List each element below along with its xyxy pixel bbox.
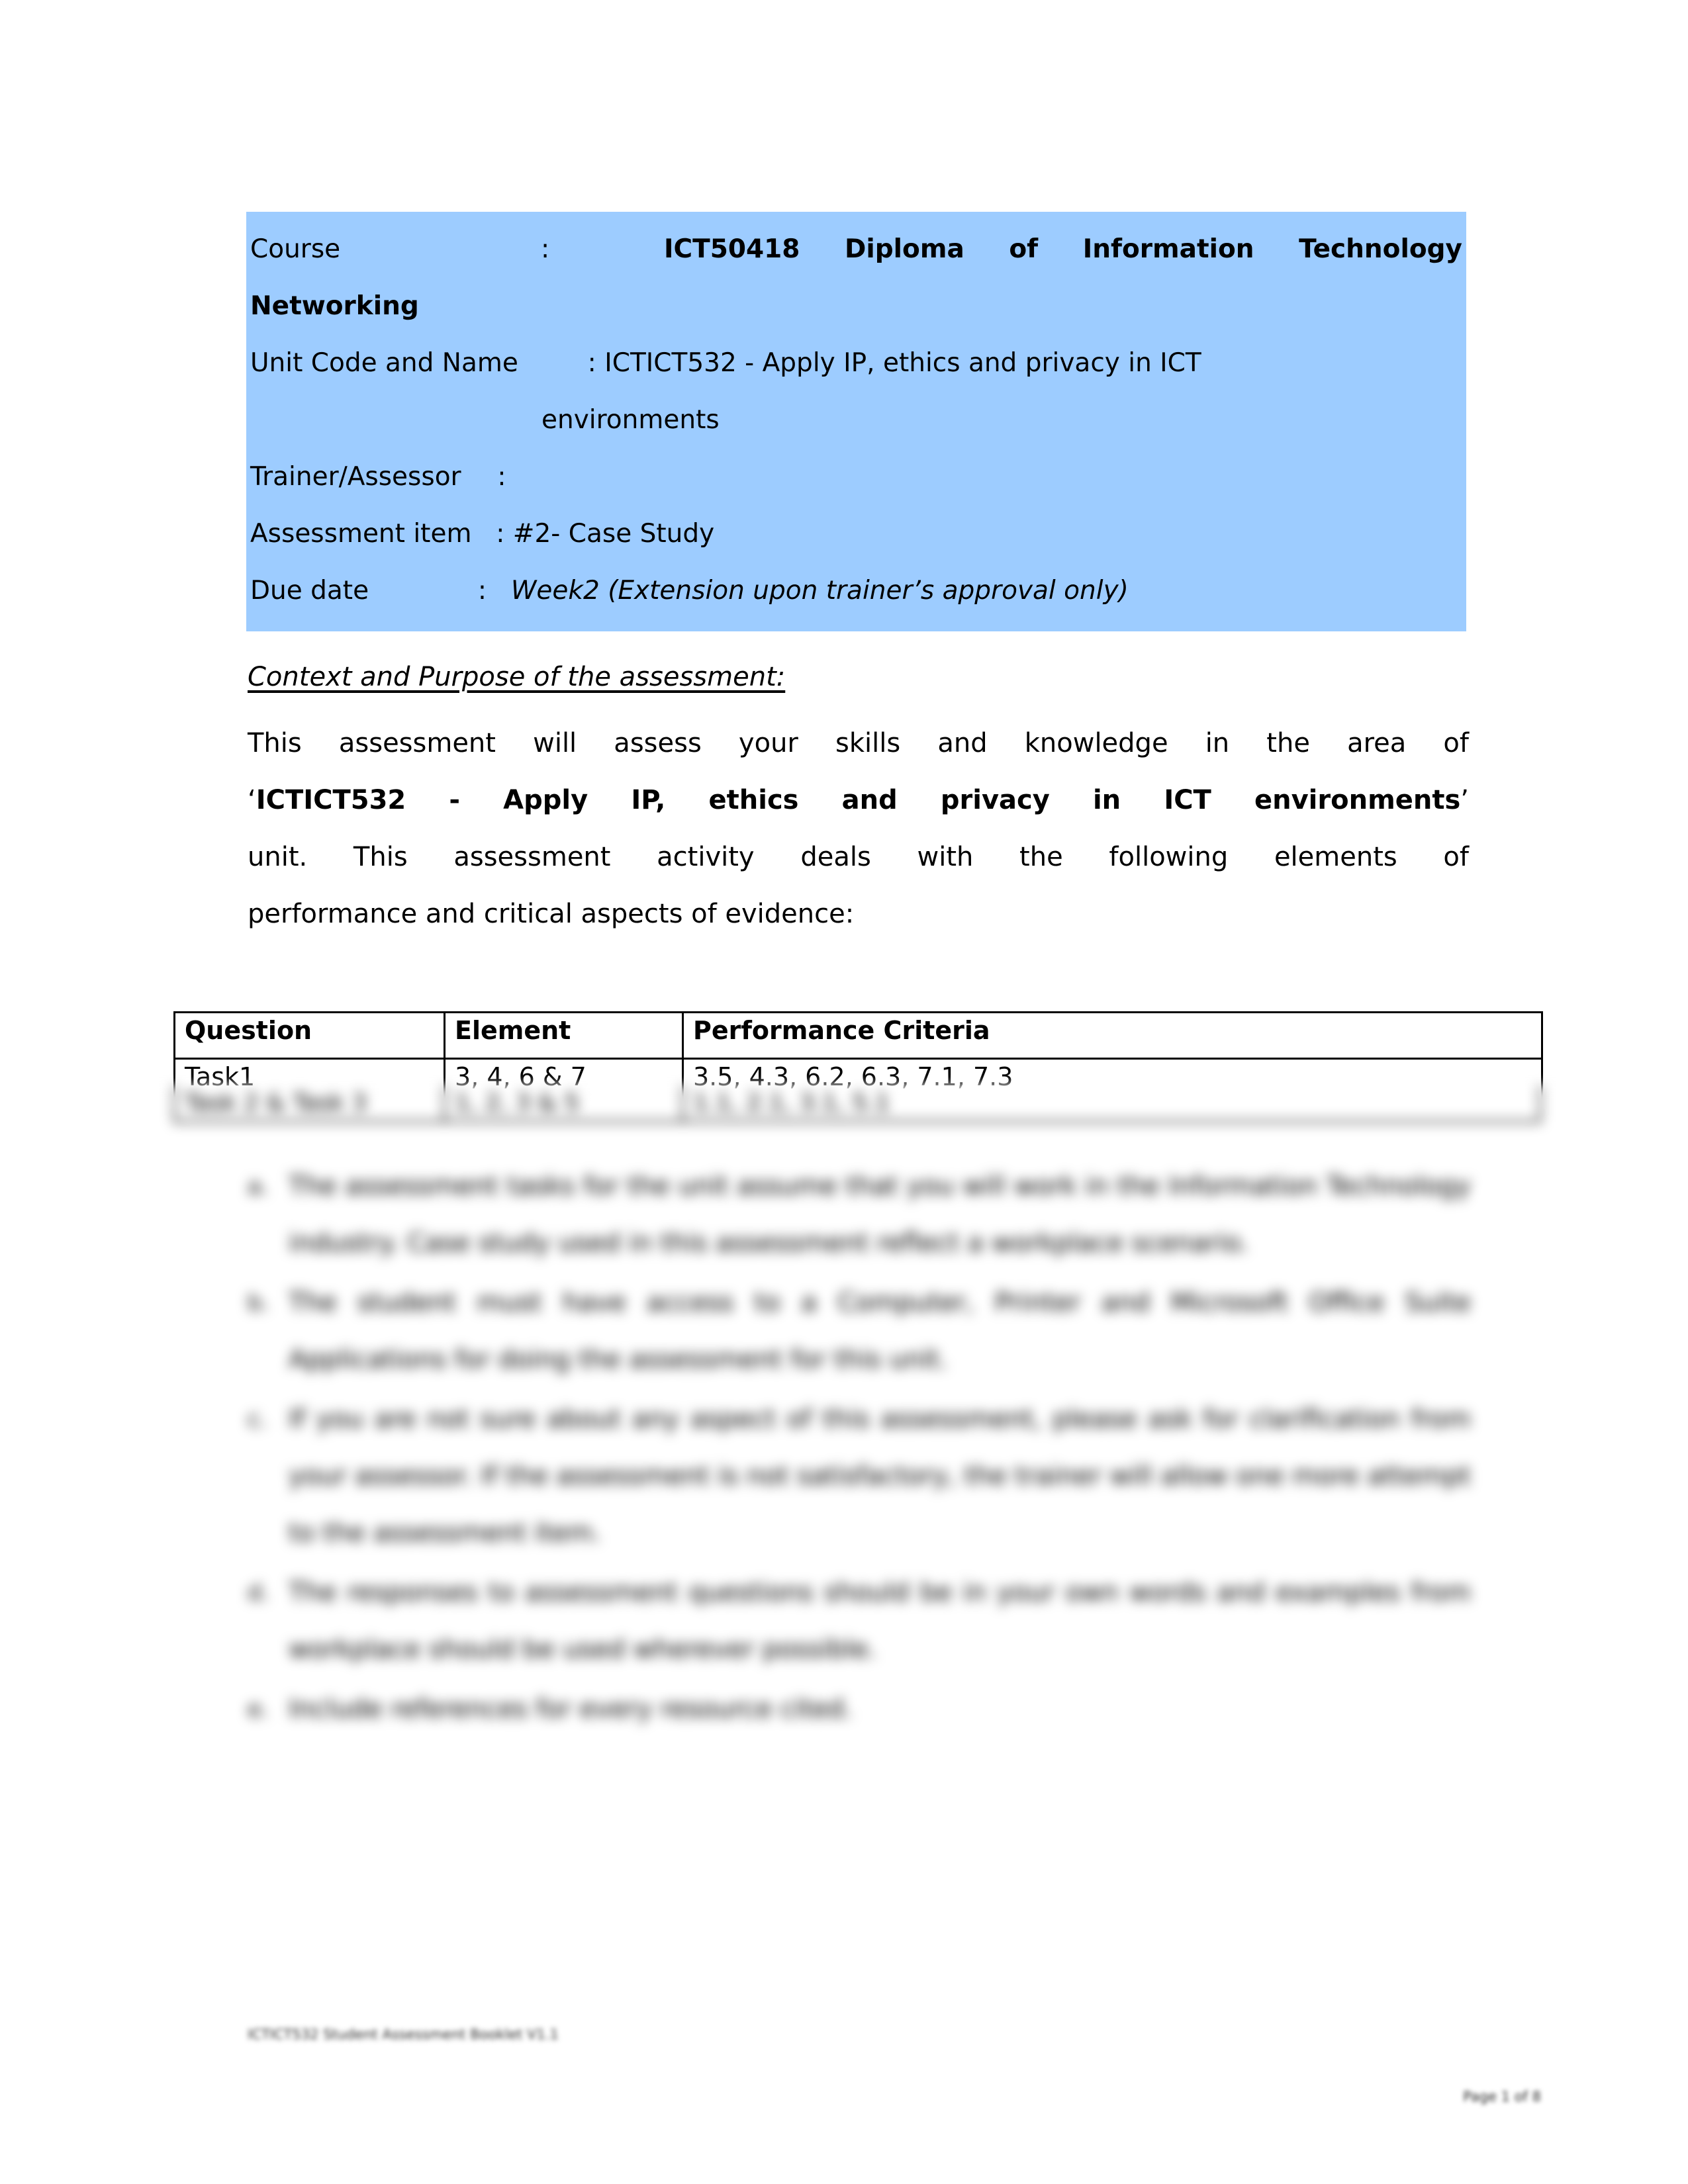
unit-value-continuation: environments bbox=[541, 405, 720, 435]
paragraph-line-1-text: This assessment will assess your skills … bbox=[248, 728, 1469, 758]
assessment-item-value: : #2- Case Study bbox=[496, 519, 715, 549]
course-value-line2: Networking bbox=[250, 291, 419, 321]
cell-criteria: 1.1, 2.1, 3.1, 5.1 bbox=[693, 1089, 890, 1116]
list-item: c. If you are not sure about any aspect … bbox=[248, 1391, 1471, 1562]
quote-close: ’ bbox=[1460, 785, 1469, 815]
course-label: Course bbox=[250, 234, 341, 264]
quote-open: ‘ bbox=[248, 785, 256, 815]
paragraph-line-3-text: unit. This assessment activity deals wit… bbox=[248, 842, 1469, 872]
paragraph-line-1: This assessment will assess your skills … bbox=[248, 715, 1469, 772]
trainer-value: : bbox=[497, 462, 506, 492]
document-page: Course : ICT50418 Diploma of Information… bbox=[0, 0, 1688, 2184]
paragraph-line-4: performance and critical aspects of evid… bbox=[248, 886, 1469, 942]
paragraph-line-2: ‘ICTICT532 - Apply IP, ethics and privac… bbox=[248, 772, 1469, 829]
list-item: e. Include references for every resource… bbox=[248, 1681, 1471, 1738]
course-colon: : bbox=[541, 234, 550, 264]
list-marker: a. bbox=[248, 1173, 269, 1200]
footer-document-reference: ICTICT532 Student Assessment Booklet V1.… bbox=[248, 2026, 559, 2042]
assessment-description-paragraph: This assessment will assess your skills … bbox=[248, 715, 1469, 942]
column-header-element: Element bbox=[444, 1011, 684, 1060]
footer-page-number: Page 1 of 8 bbox=[1463, 2089, 1541, 2105]
obscured-content-region: Task 2 & Task 3 1, 2, 3 & 5 1.1, 2.1, 3.… bbox=[0, 1085, 1688, 1774]
unit-row: Unit Code and Name : ICTICT532 - Apply I… bbox=[250, 335, 1462, 392]
paragraph-line-4-text: performance and critical aspects of evid… bbox=[248, 899, 855, 929]
table-header-row: Question Element Performance Criteria bbox=[173, 1011, 1543, 1060]
unit-label: Unit Code and Name bbox=[250, 348, 518, 378]
paragraph-line-3: unit. This assessment activity deals wit… bbox=[248, 829, 1469, 886]
unit-name-bold: ICTICT532 - Apply IP, ethics and privacy… bbox=[256, 785, 1461, 815]
cell-element: 1, 2, 3 & 5 bbox=[445, 1085, 684, 1120]
due-date-value: Week2 (Extension upon trainer’s approval… bbox=[510, 576, 1129, 606]
trainer-label: Trainer/Assessor bbox=[250, 462, 461, 492]
list-item-text: The responses to assessment questions sh… bbox=[289, 1578, 1471, 1664]
table-row: Task 2 & Task 3 1, 2, 3 & 5 1.1, 2.1, 3.… bbox=[173, 1085, 1541, 1122]
list-marker: b. bbox=[248, 1290, 269, 1316]
list-marker: c. bbox=[248, 1406, 267, 1433]
trainer-row: Trainer/Assessor : bbox=[250, 449, 1462, 506]
list-item-text: The student must have access to a Comput… bbox=[289, 1288, 1471, 1375]
assessment-item-label: Assessment item bbox=[250, 519, 472, 549]
list-item: a. The assessment tasks for the unit ass… bbox=[248, 1158, 1471, 1272]
course-value-line2-row: Networking bbox=[250, 278, 1462, 335]
course-info-block: Course : ICT50418 Diploma of Information… bbox=[246, 212, 1466, 631]
list-item-text: If you are not sure about any aspect of … bbox=[289, 1404, 1471, 1548]
list-marker: d. bbox=[248, 1580, 269, 1606]
due-date-colon: : bbox=[477, 576, 487, 606]
list-item: d. The responses to assessment questions… bbox=[248, 1565, 1471, 1678]
due-date-label: Due date bbox=[250, 576, 369, 606]
column-header-question: Question bbox=[173, 1011, 445, 1060]
obscured-table-remainder: Task 2 & Task 3 1, 2, 3 & 5 1.1, 2.1, 3.… bbox=[173, 1085, 1541, 1122]
context-purpose-heading: Context and Purpose of the assessment: bbox=[248, 662, 786, 692]
unit-value: : ICTICT532 - Apply IP, ethics and priva… bbox=[587, 348, 1201, 378]
cell-question: Task 2 & Task 3 bbox=[175, 1085, 445, 1120]
list-item: b. The student must have access to a Com… bbox=[248, 1275, 1471, 1388]
instructions-list: a. The assessment tasks for the unit ass… bbox=[248, 1158, 1471, 1741]
due-date-row: Due date : Week2 (Extension upon trainer… bbox=[250, 563, 1462, 619]
list-item-text: The assessment tasks for the unit assume… bbox=[289, 1171, 1471, 1258]
unit-value-continuation-row: environments bbox=[250, 392, 1462, 449]
list-item-text: Include references for every resource ci… bbox=[289, 1694, 853, 1724]
course-value-line1: ICT50418 Diploma of Information Technolo… bbox=[664, 234, 1462, 264]
course-row: Course : ICT50418 Diploma of Information… bbox=[250, 221, 1462, 278]
list-marker: e. bbox=[248, 1696, 269, 1723]
assessment-item-row: Assessment item : #2- Case Study bbox=[250, 506, 1462, 563]
column-header-performance-criteria: Performance Criteria bbox=[682, 1011, 1543, 1060]
